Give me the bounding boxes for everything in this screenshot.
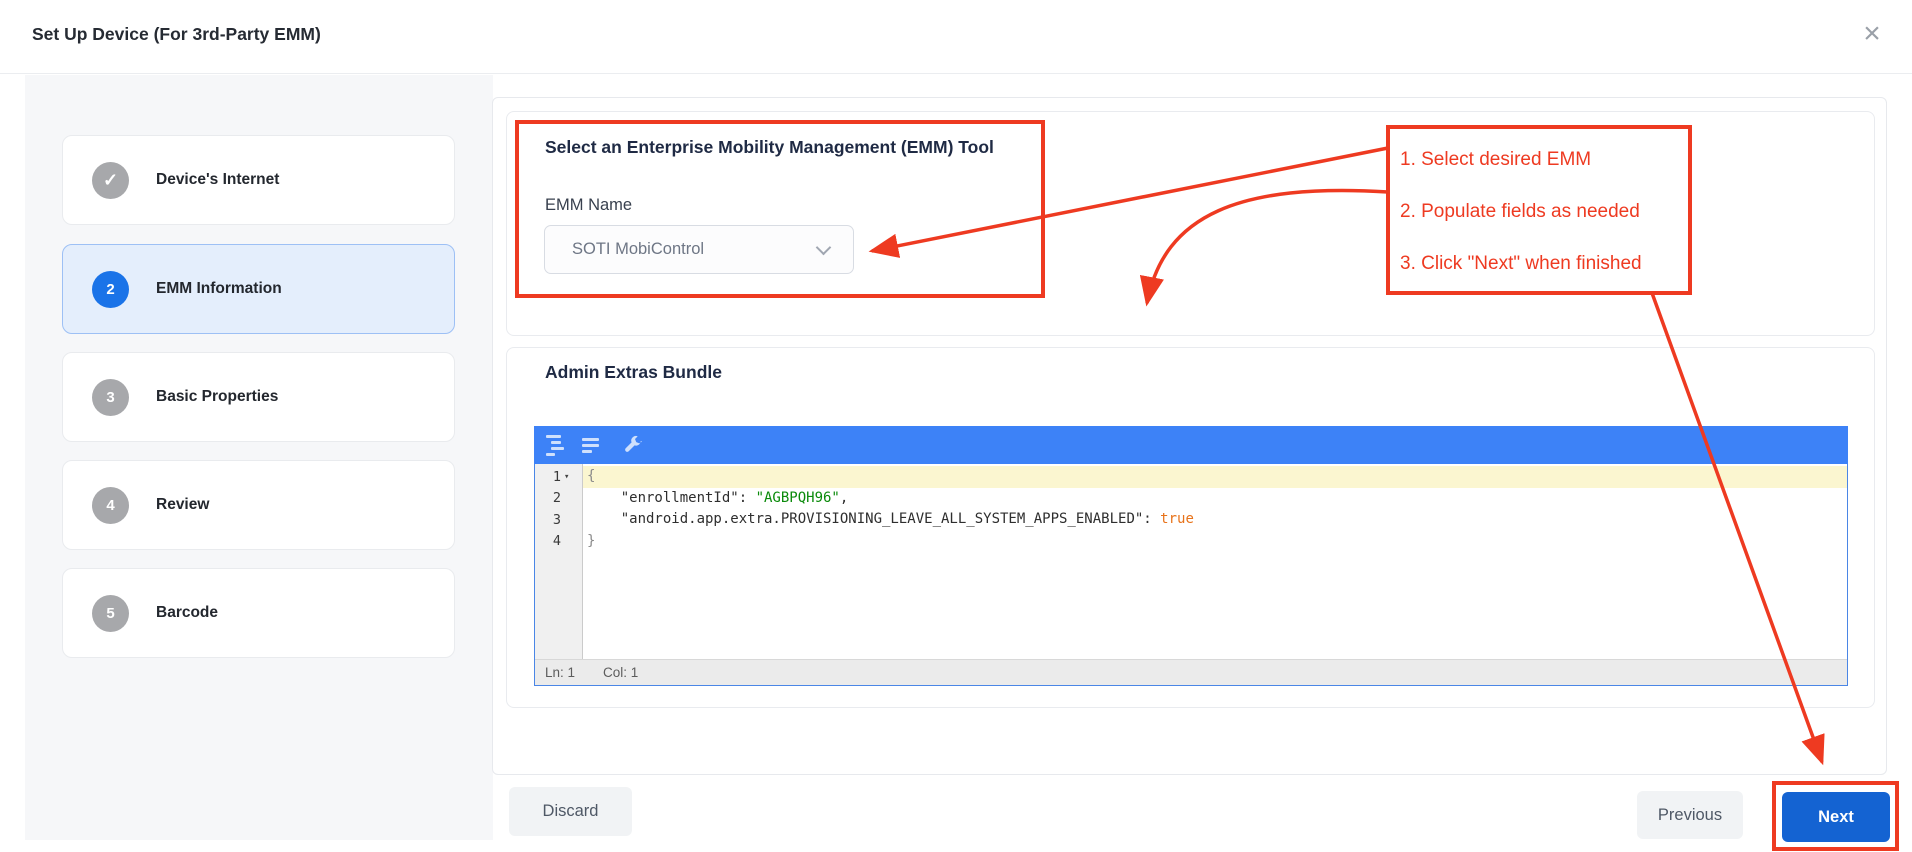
step-item-review[interactable]: 4 Review	[62, 460, 455, 550]
previous-button[interactable]: Previous	[1637, 791, 1743, 839]
step-label: Basic Properties	[156, 388, 278, 406]
fold-caret-icon[interactable]: ▾	[564, 472, 572, 482]
annotation-instructions: 1. Select desired EMM 2. Populate fields…	[1388, 127, 1690, 293]
step-number-badge: 2	[92, 271, 129, 308]
repair-icon[interactable]	[622, 433, 646, 457]
close-icon[interactable]: ×	[1854, 16, 1890, 52]
step-item-basic-properties[interactable]: 3 Basic Properties	[62, 352, 455, 442]
next-button[interactable]: Next	[1782, 792, 1890, 842]
code-line-1: {	[583, 466, 1847, 488]
cursor-col-indicator: Col: 1	[603, 665, 638, 680]
step-sidebar: ✓ Device's Internet 2 EMM Information 3 …	[25, 75, 493, 840]
editor-lines: { "enrollmentId": "AGBPQH96", "android.a…	[583, 464, 1847, 659]
step-label: EMM Information	[156, 280, 282, 298]
emm-name-selected-value: SOTI MobiControl	[572, 240, 818, 259]
dialog-title: Set Up Device (For 3rd-Party EMM)	[32, 24, 321, 45]
admin-extras-heading: Admin Extras Bundle	[545, 362, 722, 383]
step-label: Review	[156, 496, 209, 514]
annotation-line-2: 2. Populate fields as needed	[1400, 186, 1690, 238]
admin-extras-section: Admin Extras Bundle	[506, 347, 1875, 708]
discard-button[interactable]: Discard	[509, 787, 632, 836]
dialog-header: Set Up Device (For 3rd-Party EMM) ×	[0, 0, 1912, 74]
compact-icon[interactable]	[582, 433, 606, 457]
emm-name-select[interactable]: SOTI MobiControl	[544, 225, 854, 274]
editor-gutter: 1▾ 2 3 4	[535, 464, 583, 659]
editor-frame: 1▾ 2 3 4 { "enrollmentId": "AGBPQH96", "…	[534, 464, 1848, 686]
step-item-emm-information[interactable]: 2 EMM Information	[62, 244, 455, 334]
step-label: Device's Internet	[156, 171, 279, 189]
emm-name-label: EMM Name	[545, 196, 632, 215]
cursor-line-indicator: Ln: 1	[545, 665, 575, 680]
step-label: Barcode	[156, 604, 218, 622]
setup-device-dialog: Set Up Device (For 3rd-Party EMM) × ✓ De…	[0, 0, 1912, 852]
step-number-badge: 5	[92, 595, 129, 632]
editor-toolbar	[534, 426, 1848, 464]
code-line-4: }	[583, 531, 1847, 553]
step-item-devices-internet[interactable]: ✓ Device's Internet	[62, 135, 455, 225]
chevron-down-icon	[816, 239, 832, 255]
json-editor[interactable]: 1▾ 2 3 4 { "enrollmentId": "AGBPQH96", "…	[534, 426, 1848, 686]
step-number-badge: 4	[92, 487, 129, 524]
annotation-line-3: 3. Click "Next" when finished	[1400, 238, 1690, 290]
editor-status-bar: Ln: 1 Col: 1	[535, 659, 1847, 685]
annotation-line-1: 1. Select desired EMM	[1400, 134, 1690, 186]
emm-section-heading: Select an Enterprise Mobility Management…	[545, 137, 994, 158]
step-item-barcode[interactable]: 5 Barcode	[62, 568, 455, 658]
code-line-2: "enrollmentId": "AGBPQH96",	[583, 488, 1847, 510]
format-icon[interactable]	[546, 433, 570, 457]
editor-code-area[interactable]: 1▾ 2 3 4 { "enrollmentId": "AGBPQH96", "…	[535, 464, 1847, 659]
step-done-check-icon: ✓	[92, 162, 129, 199]
step-number-badge: 3	[92, 379, 129, 416]
code-line-3: "android.app.extra.PROVISIONING_LEAVE_AL…	[583, 509, 1847, 531]
